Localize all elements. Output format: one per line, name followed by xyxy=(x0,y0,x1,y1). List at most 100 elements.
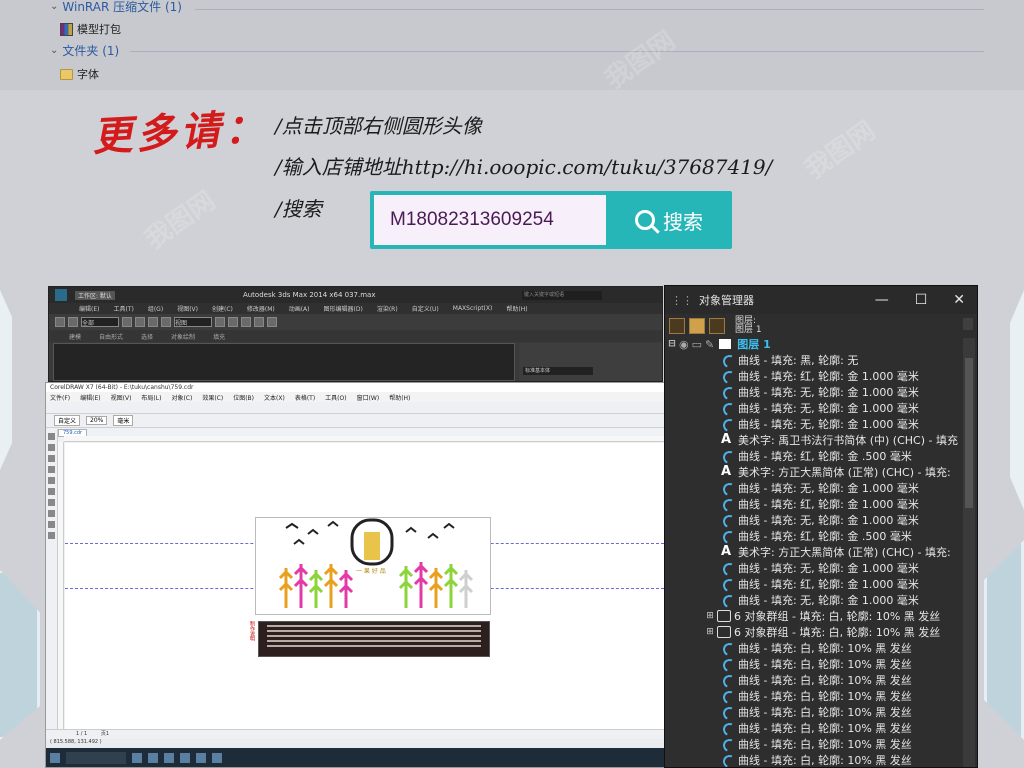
menu-item[interactable]: 位图(B) xyxy=(233,393,254,402)
scrollbar[interactable] xyxy=(963,338,975,767)
help-search-input[interactable]: 键入关键字或短语 xyxy=(522,290,602,300)
menu-item[interactable]: 动画(A) xyxy=(289,304,310,313)
ribbon-tab[interactable]: 选择 xyxy=(141,332,153,341)
ribbon-tab[interactable]: 对象绘制 xyxy=(171,332,195,341)
chrome-icon[interactable] xyxy=(164,752,174,763)
menu-item[interactable]: 工具(O) xyxy=(325,393,346,402)
page-preset-select[interactable]: 自定义 xyxy=(54,415,81,426)
object-row[interactable]: 曲线 - 填充: 白, 轮廓: 10% 黑 发丝 xyxy=(665,704,961,720)
freehand-tool-icon[interactable] xyxy=(48,477,55,484)
chevron-down-icon[interactable]: ⌄ xyxy=(50,1,58,12)
edit-across-layers-icon[interactable] xyxy=(689,318,705,334)
rotate-icon[interactable] xyxy=(148,317,158,327)
max-viewport[interactable] xyxy=(53,343,515,381)
polygon-tool-icon[interactable] xyxy=(48,510,55,517)
object-row[interactable]: 曲线 - 填充: 无, 轮廓: 金 1.000 毫米 xyxy=(665,384,961,400)
printer-icon[interactable]: ▭ xyxy=(692,338,702,351)
angle-snap-icon[interactable] xyxy=(228,317,238,327)
eye-icon[interactable]: ◉ xyxy=(679,338,689,351)
collapse-icon[interactable]: ⊟ xyxy=(665,339,679,349)
pencil-icon[interactable]: ✎ xyxy=(705,338,714,351)
menu-item[interactable]: 视图(V) xyxy=(177,304,198,313)
object-row[interactable]: 曲线 - 填充: 红, 轮廓: 金 1.000 毫米 xyxy=(665,496,961,512)
zoom-tool-icon[interactable] xyxy=(48,466,55,473)
pick-tool-icon[interactable] xyxy=(48,433,55,440)
explorer-icon[interactable] xyxy=(148,752,158,763)
object-row[interactable]: A 美术字: 方正大黑简体 (正常) (CHC) - 填充: xyxy=(665,464,961,480)
menu-item[interactable]: MAXScript(X) xyxy=(453,305,493,312)
page-tab[interactable]: 页1 xyxy=(101,731,109,737)
undo-icon[interactable] xyxy=(55,317,65,327)
show-properties-icon[interactable] xyxy=(669,318,685,334)
menu-item[interactable]: 对象(C) xyxy=(171,393,192,402)
menu-item[interactable]: 工具(T) xyxy=(113,304,133,313)
object-row[interactable]: 曲线 - 填充: 红, 轮廓: 金 1.000 毫米 xyxy=(665,368,961,384)
menu-item[interactable]: 编辑(E) xyxy=(79,304,99,313)
group-winrar[interactable]: ⌄ WinRAR 压缩文件 (1) xyxy=(50,0,182,15)
object-row[interactable]: 曲线 - 填充: 白, 轮廓: 10% 黑 发丝 xyxy=(665,688,961,704)
page-count[interactable]: 1 / 1 xyxy=(76,731,87,737)
selection-filter[interactable]: 全部 xyxy=(81,317,119,327)
ellipse-tool-icon[interactable] xyxy=(48,499,55,506)
file-item[interactable]: 模型打包 xyxy=(60,21,121,37)
select-icon[interactable] xyxy=(122,317,132,327)
object-row[interactable]: 曲线 - 填充: 无, 轮廓: 金 1.000 毫米 xyxy=(665,400,961,416)
object-type-select[interactable]: 标准基本体 xyxy=(523,367,593,375)
move-icon[interactable] xyxy=(135,317,145,327)
object-row[interactable]: 曲线 - 填充: 白, 轮廓: 10% 黑 发丝 xyxy=(665,720,961,736)
menu-item[interactable]: 表格(T) xyxy=(295,393,315,402)
menu-item[interactable]: 编辑(E) xyxy=(80,393,100,402)
file-item[interactable]: 字体 xyxy=(60,66,99,82)
object-row[interactable]: 曲线 - 填充: 红, 轮廓: 金 1.000 毫米 xyxy=(665,576,961,592)
expand-icon[interactable]: ⊞ xyxy=(703,611,717,621)
object-row[interactable]: A 美术字: 禹卫书法行书简体 (中) (CHC) - 填充 xyxy=(665,432,961,448)
menu-item[interactable]: 自定义(U) xyxy=(412,304,439,313)
layer-manager-view-icon[interactable] xyxy=(709,318,725,334)
grip-icon[interactable]: ⋮⋮ xyxy=(671,294,693,307)
zoom-select[interactable]: 20% xyxy=(86,416,108,425)
coreldraw-icon[interactable] xyxy=(212,752,222,763)
scale-icon[interactable] xyxy=(161,317,171,327)
panel-expand-arrow-icon[interactable] xyxy=(963,318,973,330)
object-row[interactable]: 曲线 - 填充: 白, 轮廓: 10% 黑 发丝 xyxy=(665,736,961,752)
wechat-icon[interactable] xyxy=(196,752,206,763)
units-select[interactable]: 毫米 xyxy=(113,415,134,426)
menu-item[interactable]: 图形编辑器(D) xyxy=(324,304,363,313)
menu-item[interactable]: 效果(C) xyxy=(202,393,223,402)
menu-item[interactable]: 帮助(H) xyxy=(506,304,527,313)
object-row[interactable]: 曲线 - 填充: 白, 轮廓: 10% 黑 发丝 xyxy=(665,640,961,656)
edge-icon[interactable] xyxy=(132,752,142,763)
fill-tool-icon[interactable] xyxy=(48,532,55,539)
crop-tool-icon[interactable] xyxy=(48,455,55,462)
menu-item[interactable]: 创建(C) xyxy=(212,304,233,313)
ribbon-tab[interactable]: 填充 xyxy=(213,332,225,341)
menu-item[interactable]: 文件(F) xyxy=(50,393,70,402)
start-icon[interactable] xyxy=(50,752,60,763)
layer-row[interactable]: ⊟ ◉ ▭ ✎ 图层 1 xyxy=(665,336,961,352)
object-row[interactable]: 曲线 - 填充: 黑, 轮廓: 无 xyxy=(665,352,961,368)
search-input[interactable]: M18082313609254 xyxy=(374,195,606,245)
workspace-select[interactable]: 工作区: 默认 xyxy=(75,290,115,300)
object-row[interactable]: ⊞ 6 对象群组 - 填充: 白, 轮廓: 10% 黑 发丝 xyxy=(665,624,961,640)
object-row[interactable]: 曲线 - 填充: 无, 轮廓: 金 1.000 毫米 xyxy=(665,416,961,432)
object-row[interactable]: 曲线 - 填充: 无, 轮廓: 金 1.000 毫米 xyxy=(665,512,961,528)
object-row[interactable]: A 美术字: 方正大黑简体 (正常) (CHC) - 填充: xyxy=(665,544,961,560)
expand-icon[interactable]: ⊞ xyxy=(703,627,717,637)
object-row[interactable]: 曲线 - 填充: 白, 轮廓: 10% 黑 发丝 xyxy=(665,656,961,672)
menu-item[interactable]: 视图(V) xyxy=(111,393,132,402)
object-row[interactable]: 曲线 - 填充: 白, 轮廓: 10% 黑 发丝 xyxy=(665,752,961,767)
menu-item[interactable]: 渲染(R) xyxy=(377,304,398,313)
render-icon[interactable] xyxy=(267,317,277,327)
ribbon-tab[interactable]: 建模 xyxy=(69,332,81,341)
group-folder[interactable]: ⌄ 文件夹 (1) xyxy=(50,42,119,59)
object-row[interactable]: ⊞ 6 对象群组 - 填充: 白, 轮廓: 10% 黑 发丝 xyxy=(665,608,961,624)
menu-item[interactable]: 窗口(W) xyxy=(357,393,380,402)
object-row[interactable]: 曲线 - 填充: 红, 轮廓: 金 .500 毫米 xyxy=(665,448,961,464)
design-info-panel[interactable] xyxy=(258,621,490,657)
shape-tool-icon[interactable] xyxy=(48,444,55,451)
rectangle-tool-icon[interactable] xyxy=(48,488,55,495)
app-logo-icon[interactable] xyxy=(55,289,67,301)
maximize-icon[interactable]: ☐ xyxy=(915,292,928,308)
qq-icon[interactable] xyxy=(180,752,190,763)
snap-icon[interactable] xyxy=(215,317,225,327)
